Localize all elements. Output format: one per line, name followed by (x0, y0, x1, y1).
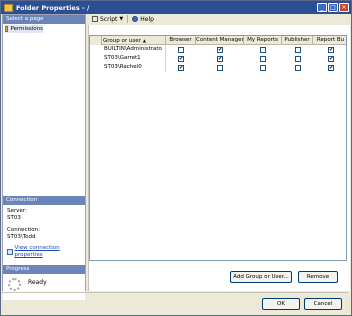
page-item-label: Permissions (10, 26, 43, 32)
cancel-button[interactable]: Cancel (304, 298, 342, 310)
column-header-label: Group or user (103, 38, 141, 44)
column-header-publisher[interactable]: Publisher (282, 36, 313, 45)
chevron-down-icon: ▼ (119, 16, 124, 22)
progress-spinner-icon (8, 278, 21, 291)
grid-header: Group or user ▲ Browser Content Manager M… (90, 36, 346, 45)
toolbar: Script ▼ Help (88, 14, 350, 24)
page-list: Permissions (3, 24, 85, 196)
remove-button[interactable]: Remove (298, 271, 338, 283)
my-reports-checkbox[interactable] (260, 47, 266, 53)
script-button[interactable]: Script ▼ (92, 16, 123, 23)
browser-checkbox[interactable]: ✔ (178, 56, 184, 62)
ok-button[interactable]: OK (262, 298, 300, 310)
content-manager-checkbox[interactable]: ✔ (217, 47, 223, 53)
connection-label: Connection: (7, 227, 40, 233)
user-name-cell: BUILTIN\Administrato (90, 45, 166, 54)
browser-checkbox[interactable] (178, 47, 184, 53)
maximize-button[interactable]: □ (328, 3, 338, 12)
view-connection-properties-link[interactable]: View connection properties (7, 245, 81, 259)
toolbar-separator (127, 15, 129, 23)
my-reports-checkbox[interactable] (260, 65, 266, 71)
report-builder-checkbox[interactable]: ✔ (328, 65, 334, 71)
page-icon (5, 26, 9, 32)
report-builder-checkbox[interactable]: ✔ (328, 47, 334, 53)
user-name-cell: ST03\Rachel0 (90, 63, 166, 72)
publisher-checkbox[interactable] (295, 47, 301, 53)
column-header-report-builder[interactable]: Report Bu (313, 36, 346, 45)
window-title: Folder Properties - / (16, 3, 90, 12)
divider (2, 292, 348, 293)
script-icon (92, 16, 98, 22)
script-label: Script (100, 15, 118, 23)
progress-header: Progress (3, 265, 85, 274)
browser-checkbox[interactable]: ✔ (178, 65, 184, 71)
publisher-checkbox[interactable] (295, 65, 301, 71)
page-item-permissions[interactable]: Permissions (5, 25, 43, 33)
sort-ascending-icon: ▲ (142, 38, 146, 43)
user-name-cell: ST03\Garret1 (90, 54, 166, 63)
content-manager-checkbox[interactable]: ✔ (217, 56, 223, 62)
report-builder-checkbox[interactable]: ✔ (328, 56, 334, 62)
column-header-content-manager[interactable]: Content Manager (196, 36, 244, 45)
column-header-browser[interactable]: Browser (166, 36, 196, 45)
help-icon (132, 16, 139, 22)
connection-value: ST03\Todd (7, 234, 36, 240)
help-button[interactable]: Help (132, 16, 154, 23)
connection-header: Connection (3, 196, 85, 205)
publisher-checkbox[interactable] (295, 56, 301, 62)
view-connection-properties-label: View connection properties (14, 245, 60, 258)
table-row[interactable]: ST03\Garret1 ✔ ✔ ✔ (90, 54, 346, 63)
select-page-header: Select a page (3, 15, 85, 24)
table-row[interactable]: BUILTIN\Administrato ✔ ✔ (90, 45, 346, 54)
permissions-grid: Group or user ▲ Browser Content Manager M… (89, 35, 347, 261)
column-header-my-reports[interactable]: My Reports (244, 36, 282, 45)
connection-panel: Server: ST03 Connection: ST03\Todd View … (3, 205, 85, 265)
progress-status: Ready (28, 279, 47, 286)
my-reports-checkbox[interactable] (260, 56, 266, 62)
help-label: Help (140, 15, 154, 23)
content-manager-checkbox[interactable] (217, 65, 223, 71)
folder-icon (4, 3, 13, 12)
close-button[interactable]: × (339, 3, 349, 12)
column-header-group-or-user[interactable]: Group or user ▲ (90, 36, 166, 45)
add-group-or-user-button[interactable]: Add Group or User... (230, 271, 292, 283)
server-value: ST03 (7, 215, 21, 221)
table-row[interactable]: ST03\Rachel0 ✔ ✔ (90, 63, 346, 72)
properties-icon (7, 249, 13, 255)
progress-panel: Ready (3, 274, 85, 300)
minimize-button[interactable]: _ (317, 3, 327, 12)
server-label: Server: (7, 208, 27, 214)
left-pane: Select a page Permissions Connection Ser… (2, 14, 86, 300)
title-bar: Folder Properties - / _ □ × (1, 1, 351, 14)
